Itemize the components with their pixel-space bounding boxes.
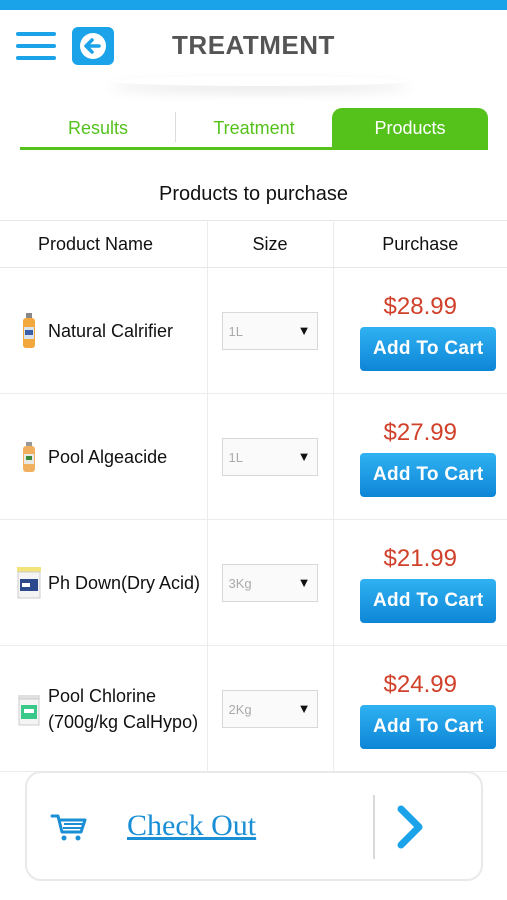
product-price: $27.99 [383, 418, 457, 446]
size-value: 2Kg [228, 701, 252, 717]
table-row: Ph Down(Dry Acid) 3Kg ▼ $21.99 Add To Ca… [0, 519, 507, 646]
bucket-icon [16, 690, 42, 728]
checkout-link[interactable]: Check Out [127, 809, 256, 843]
product-name-cell: Pool Chlorine (700g/kg CalHypo) [0, 683, 207, 735]
tab-results[interactable]: Results [20, 108, 176, 147]
products-table: Product Name Size Purchase Natural Calri… [0, 220, 507, 772]
product-name-cell: Ph Down(Dry Acid) [0, 564, 207, 602]
add-to-cart-button[interactable]: Add To Cart [360, 704, 497, 749]
product-name: Natural Calrifier [48, 320, 174, 341]
column-header-purchase: Purchase [333, 220, 507, 268]
tab-products[interactable]: Products [332, 108, 488, 147]
header-shadow [110, 76, 410, 86]
bottle-icon [16, 312, 42, 350]
size-select[interactable]: 2Kg ▼ [221, 689, 318, 728]
size-value: 3Kg [228, 575, 252, 591]
column-header-size: Size [207, 220, 334, 268]
product-price: $24.99 [383, 670, 457, 698]
shopping-cart-icon [49, 811, 89, 843]
dropdown-arrow-icon: ▼ [297, 700, 311, 716]
product-price: $28.99 [383, 292, 457, 320]
table-row: Pool Chlorine (700g/kg CalHypo) 2Kg ▼ $2… [0, 645, 507, 772]
size-select[interactable]: 1L ▼ [221, 437, 318, 476]
size-value: 1L [228, 449, 243, 465]
page-title: TREATMENT [172, 30, 335, 60]
product-name-cell: Pool Algeacide [0, 438, 207, 476]
bottle-icon [16, 438, 42, 476]
section-title: Products to purchase [159, 183, 348, 205]
product-name-cell: Natural Calrifier [0, 312, 207, 350]
dropdown-arrow-icon: ▼ [297, 574, 311, 590]
table-row: Pool Algeacide 1L ▼ $27.99 Add To Cart [0, 393, 507, 520]
checkout-bar[interactable]: Check Out [25, 771, 483, 881]
column-header-name: Product Name [0, 220, 208, 268]
table-row: Natural Calrifier 1L ▼ $28.99 Add To Car… [0, 267, 507, 394]
tub-icon [16, 564, 42, 602]
checkout-divider [373, 795, 375, 859]
dropdown-arrow-icon: ▼ [297, 322, 311, 338]
add-to-cart-button[interactable]: Add To Cart [360, 326, 497, 371]
table-header-row: Product Name Size Purchase [0, 220, 507, 268]
tab-bar: Results Treatment Products [20, 108, 488, 150]
tab-treatment[interactable]: Treatment [176, 108, 332, 147]
status-bar-accent [0, 0, 507, 10]
product-name: Pool Algeacide [48, 446, 168, 467]
dropdown-arrow-icon: ▼ [297, 448, 311, 464]
app-header: TREATMENT [0, 10, 507, 82]
size-value: 1L [228, 323, 243, 339]
product-name: Ph Down(Dry Acid) [48, 572, 201, 593]
product-name: Pool Chlorine (700g/kg CalHypo) [48, 685, 199, 732]
size-select[interactable]: 1L ▼ [221, 311, 318, 350]
product-price: $21.99 [383, 544, 457, 572]
size-select[interactable]: 3Kg ▼ [221, 563, 318, 602]
add-to-cart-button[interactable]: Add To Cart [360, 578, 497, 623]
add-to-cart-button[interactable]: Add To Cart [360, 452, 497, 497]
chevron-right-icon[interactable] [391, 803, 431, 851]
